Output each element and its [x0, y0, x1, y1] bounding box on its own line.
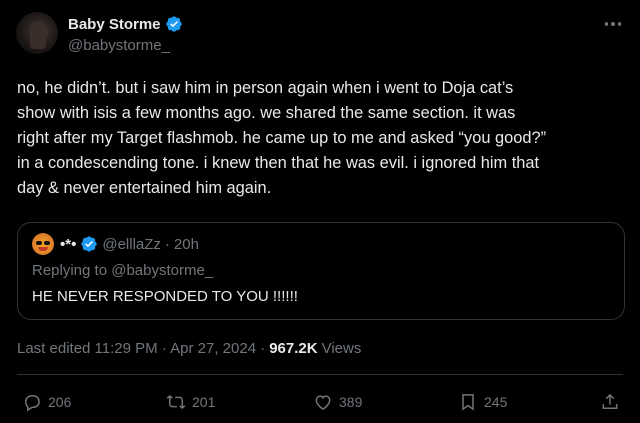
tweet-meta: Last edited 11:29 PM · Apr 27, 2024 · 96…: [17, 340, 361, 357]
quote-separator: ·: [164, 235, 170, 253]
share-icon: [602, 393, 618, 409]
repost-icon: [166, 395, 186, 409]
repost-count: 201: [192, 394, 216, 410]
edited-timestamp[interactable]: Last edited 11:29 PM · Apr 27, 2024 ·: [17, 340, 265, 357]
views-count: 967.2K: [269, 340, 318, 357]
tweet-text: no, he didn’t. but i saw him in person a…: [17, 79, 547, 197]
bookmark-icon: [462, 394, 474, 411]
replying-prefix: Replying to: [32, 262, 108, 279]
repost-button[interactable]: 201: [166, 392, 215, 412]
quote-time[interactable]: 20h: [174, 236, 199, 253]
views-label: Views: [321, 340, 362, 357]
bookmark-count: 245: [484, 394, 508, 410]
reply-count: 206: [48, 394, 72, 410]
verified-badge-icon: [81, 236, 98, 252]
replying-to-handle[interactable]: @babystorme_: [111, 262, 213, 279]
like-button[interactable]: 389: [313, 392, 362, 412]
like-icon: [315, 395, 331, 410]
author-name-row: Baby Storme: [68, 15, 183, 33]
quote-handle[interactable]: @elllaZz: [102, 236, 161, 253]
share-button[interactable]: [600, 392, 620, 412]
quote-text: HE NEVER RESPONDED TO YOU !!!!!!: [32, 288, 298, 305]
more-icon[interactable]: [600, 14, 626, 34]
quote-replying-to: Replying to @babystorme_: [32, 262, 213, 279]
quoted-tweet[interactable]: •*• @elllaZz · 20h Replying to @babystor…: [17, 222, 625, 320]
quote-avatar[interactable]: [32, 233, 54, 255]
author-display-name[interactable]: Baby Storme: [68, 16, 161, 33]
bookmark-button[interactable]: 245: [458, 392, 507, 412]
quote-display-name[interactable]: •*•: [60, 236, 76, 253]
quote-header: •*• @elllaZz · 20h: [60, 235, 199, 253]
author-handle[interactable]: @babystorme_: [68, 37, 170, 54]
author-avatar[interactable]: [16, 12, 58, 54]
verified-badge-icon: [165, 16, 182, 32]
like-count: 389: [339, 394, 363, 410]
reply-icon: [24, 395, 40, 412]
action-bar: 206 201 389 245: [0, 390, 640, 418]
divider: [17, 374, 623, 375]
reply-button[interactable]: 206: [22, 392, 71, 412]
